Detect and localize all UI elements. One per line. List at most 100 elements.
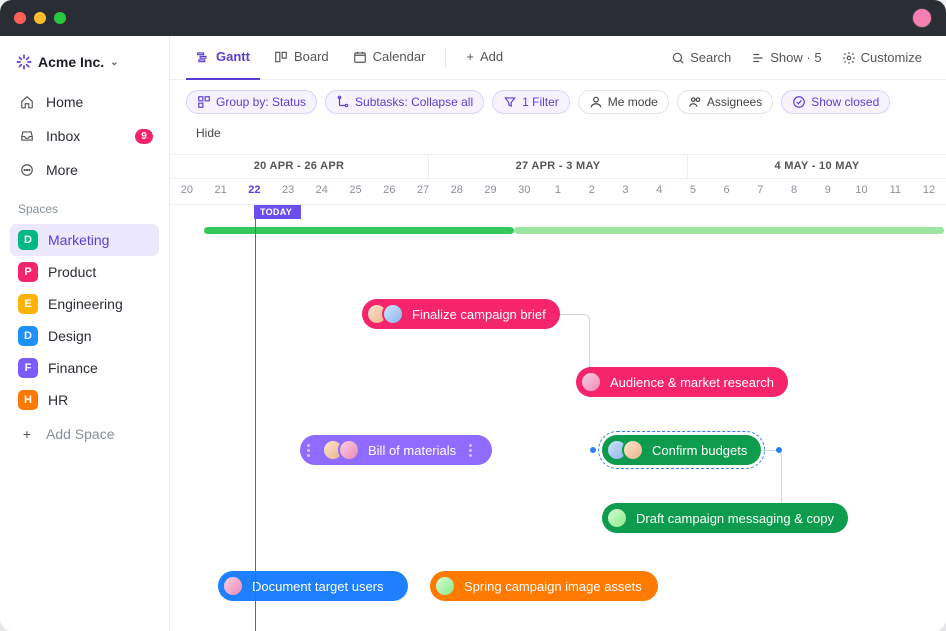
plus-icon: + [18, 425, 36, 443]
sidebar-space-item[interactable]: DDesign [10, 320, 159, 352]
user-avatar[interactable] [912, 8, 932, 28]
me-mode-chip[interactable]: Me mode [578, 90, 669, 114]
task-pill[interactable]: Confirm budgets [602, 435, 761, 465]
tab-gantt[interactable]: Gantt [186, 36, 260, 80]
search-label: Search [690, 50, 731, 65]
day-cell[interactable]: 27 [406, 179, 440, 204]
day-cell[interactable]: 6 [710, 179, 744, 204]
day-cell[interactable]: 28 [440, 179, 474, 204]
day-cell[interactable]: 22 [237, 179, 271, 204]
workspace-name: Acme Inc. [38, 54, 104, 70]
maximize-window-button[interactable] [54, 12, 66, 24]
tab-label: Gantt [216, 49, 250, 64]
day-cell[interactable]: 5 [676, 179, 710, 204]
task-pill[interactable]: Bill of materials [300, 435, 492, 465]
day-cell[interactable]: 29 [474, 179, 508, 204]
week-label: 20 APR - 26 APR [170, 155, 429, 178]
task-label: Spring campaign image assets [464, 579, 642, 594]
search-button[interactable]: Search [663, 45, 739, 70]
assignees-chip[interactable]: Assignees [677, 90, 773, 114]
space-label: Product [48, 264, 96, 280]
day-cell[interactable]: 25 [339, 179, 373, 204]
sidebar-space-item[interactable]: DMarketing [10, 224, 159, 256]
nav-more[interactable]: More [10, 154, 159, 186]
progress-segment [514, 227, 944, 234]
nav-home[interactable]: Home [10, 86, 159, 118]
day-cell[interactable]: 2 [575, 179, 609, 204]
add-view-button[interactable]: + Add [456, 36, 513, 80]
task-pill[interactable]: Spring campaign image assets [430, 571, 658, 601]
gantt-body[interactable]: Finalize campaign brief Audience & market… [170, 205, 946, 631]
hide-button[interactable]: Hide [186, 122, 231, 144]
day-cell[interactable]: 23 [271, 179, 305, 204]
show-closed-chip[interactable]: Show closed [781, 90, 890, 114]
day-cell[interactable]: 11 [878, 179, 912, 204]
workspace-switcher[interactable]: Acme Inc. ⌄ [10, 50, 159, 74]
minimize-window-button[interactable] [34, 12, 46, 24]
day-cell[interactable]: 24 [305, 179, 339, 204]
task-pill[interactable]: Draft campaign messaging & copy [602, 503, 848, 533]
day-cell[interactable]: 4 [642, 179, 676, 204]
day-cell[interactable]: 8 [777, 179, 811, 204]
app-window: Acme Inc. ⌄ Home Inbox 9 More [0, 0, 946, 631]
filter-chip[interactable]: 1 Filter [492, 90, 570, 114]
space-letter-icon: F [18, 358, 38, 378]
customize-button[interactable]: Customize [834, 45, 930, 70]
space-letter-icon: P [18, 262, 38, 282]
chip-label: Show closed [811, 95, 879, 109]
day-cell[interactable]: 30 [507, 179, 541, 204]
task-pill[interactable]: Audience & market research [576, 367, 788, 397]
assignee-avatars [606, 439, 644, 461]
tab-label: Calendar [373, 49, 426, 64]
today-badge: TODAY [254, 205, 301, 219]
show-button[interactable]: Show · 5 [743, 45, 829, 70]
home-icon [18, 93, 36, 111]
avatar [222, 575, 244, 597]
chip-label: 1 Filter [522, 95, 559, 109]
day-cell[interactable]: 7 [743, 179, 777, 204]
tab-calendar[interactable]: Calendar [343, 36, 436, 80]
day-cell[interactable]: 3 [609, 179, 643, 204]
task-pill[interactable]: Finalize campaign brief [362, 299, 560, 329]
day-cell[interactable]: 12 [912, 179, 946, 204]
group-by-chip[interactable]: Group by: Status [186, 90, 317, 114]
close-window-button[interactable] [14, 12, 26, 24]
day-cell[interactable]: 26 [372, 179, 406, 204]
day-cell[interactable]: 9 [811, 179, 845, 204]
week-header: 20 APR - 26 APR27 APR - 3 MAY4 MAY - 10 … [170, 155, 946, 179]
show-label: Show · 5 [770, 50, 821, 65]
more-icon [18, 161, 36, 179]
sidebar-space-item[interactable]: E Engineering [10, 288, 159, 320]
day-cell[interactable]: 10 [845, 179, 879, 204]
tab-board[interactable]: Board [264, 36, 339, 80]
sidebar-space-item[interactable]: HHR [10, 384, 159, 416]
day-cell[interactable]: 21 [204, 179, 238, 204]
task-label: Audience & market research [610, 375, 774, 390]
avatar [338, 439, 360, 461]
nav-label: Home [46, 94, 83, 110]
divider [445, 48, 446, 68]
assignee-avatars [580, 371, 602, 393]
drag-grip-icon[interactable] [302, 444, 314, 457]
chip-label: Hide [196, 126, 221, 140]
space-label: Engineering [48, 296, 123, 312]
selection-handle[interactable] [776, 447, 782, 453]
subtasks-chip[interactable]: Subtasks: Collapse all [325, 90, 484, 114]
inbox-badge: 9 [135, 129, 153, 144]
nav-inbox[interactable]: Inbox 9 [10, 120, 159, 152]
day-cell[interactable]: 1 [541, 179, 575, 204]
drag-grip-icon[interactable] [464, 444, 476, 457]
task-pill[interactable]: Document target users [218, 571, 408, 601]
sidebar-space-item[interactable]: P Product [10, 256, 159, 288]
inbox-icon [18, 127, 36, 145]
week-label: 27 APR - 3 MAY [429, 155, 688, 178]
space-letter-icon: E [18, 294, 38, 314]
sidebar-space-item[interactable]: FFinance [10, 352, 159, 384]
selection-handle[interactable] [590, 447, 596, 453]
space-letter-icon: D [18, 326, 38, 346]
task-label: Draft campaign messaging & copy [636, 511, 834, 526]
add-space-button[interactable]: + Add Space [10, 418, 159, 450]
day-cell[interactable]: 20 [170, 179, 204, 204]
space-letter-icon: H [18, 390, 38, 410]
tab-label: Board [294, 49, 329, 64]
